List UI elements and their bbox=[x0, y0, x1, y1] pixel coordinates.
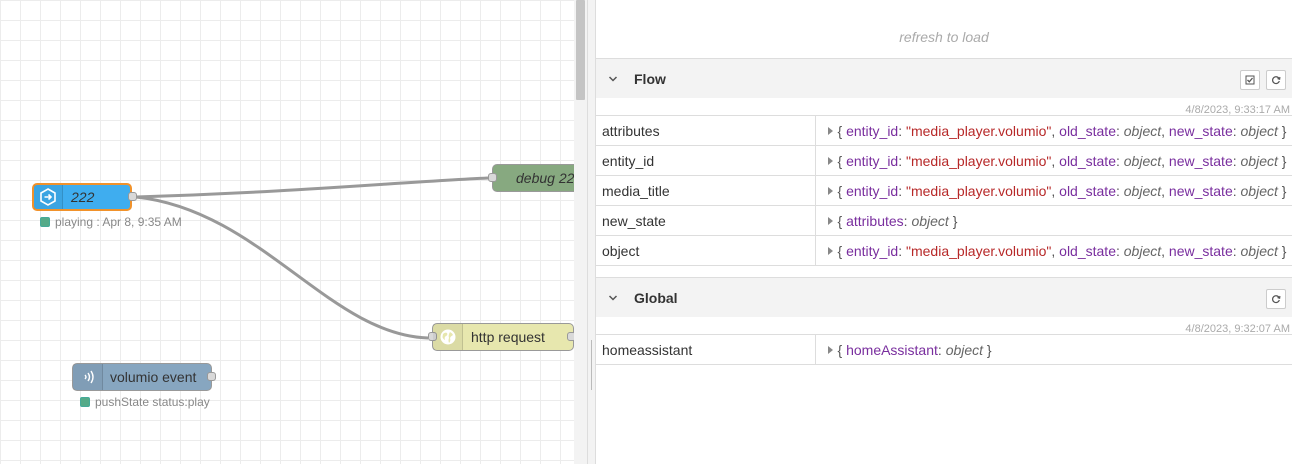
context-key: attributes bbox=[596, 115, 816, 146]
volumio-node-status: pushState status:play bbox=[80, 395, 210, 409]
context-key: new_state bbox=[596, 205, 816, 236]
table-row[interactable]: attributes { entity_id: "media_player.vo… bbox=[596, 115, 1292, 146]
chevron-down-icon[interactable] bbox=[608, 293, 618, 303]
http-request-node[interactable]: http request bbox=[428, 323, 574, 351]
context-key: object bbox=[596, 235, 816, 266]
http-node-icon-box bbox=[433, 324, 463, 350]
table-row[interactable]: media_title { entity_id: "media_player.v… bbox=[596, 175, 1292, 206]
signal-waves-icon bbox=[83, 370, 94, 384]
flow-context-table: attributes { entity_id: "media_player.vo… bbox=[596, 115, 1292, 266]
global-context-table: homeassistant { homeAssistant: object } bbox=[596, 334, 1292, 365]
caret-right-icon[interactable] bbox=[827, 216, 833, 225]
wire-inject-to-debug bbox=[135, 176, 489, 199]
table-row[interactable]: homeassistant { homeAssistant: object } bbox=[596, 334, 1292, 365]
inject-output-port[interactable] bbox=[128, 192, 137, 201]
flow-timestamp: 4/8/2023, 9:33:17 AM bbox=[1185, 104, 1290, 116]
debug-node[interactable]: debug 22 bbox=[488, 164, 574, 192]
status-dot-icon bbox=[80, 397, 90, 407]
debug-node-label: debug 22 bbox=[516, 170, 574, 186]
table-row[interactable]: object { entity_id: "media_player.volumi… bbox=[596, 235, 1292, 266]
caret-right-icon[interactable] bbox=[827, 246, 833, 255]
table-row[interactable]: entity_id { entity_id: "media_player.vol… bbox=[596, 145, 1292, 176]
flow-workspace[interactable]: 222 playing : Apr 8, 9:35 AM debug 22 ht… bbox=[0, 0, 574, 464]
context-value[interactable]: { entity_id: "media_player.volumio", old… bbox=[815, 175, 1292, 206]
global-section-header[interactable]: Global bbox=[596, 277, 1292, 317]
flow-section-title: Flow bbox=[634, 70, 666, 87]
refresh-to-load-link[interactable]: refresh to load bbox=[596, 0, 1292, 58]
flow-section-header[interactable]: Flow bbox=[596, 58, 1292, 98]
status-dot-icon bbox=[40, 217, 50, 227]
scrollbar-thumb[interactable] bbox=[576, 0, 585, 100]
caret-right-icon[interactable] bbox=[827, 345, 833, 354]
inject-status-text: playing : Apr 8, 9:35 AM bbox=[55, 215, 182, 229]
volumio-node-label: volumio event bbox=[110, 369, 197, 385]
context-value[interactable]: { attributes: object } bbox=[815, 205, 1292, 236]
table-row[interactable]: new_state { attributes: object } bbox=[596, 205, 1292, 236]
inject-node-status: playing : Apr 8, 9:35 AM bbox=[40, 215, 182, 229]
global-section-title: Global bbox=[634, 289, 678, 306]
inject-node[interactable]: 222 bbox=[32, 183, 137, 211]
workspace-vertical-scrollbar[interactable] bbox=[574, 0, 587, 464]
volumio-node-icon-box bbox=[73, 364, 103, 390]
global-refresh-button[interactable] bbox=[1266, 289, 1286, 309]
refresh-icon bbox=[1272, 295, 1281, 304]
http-output-port[interactable] bbox=[567, 332, 574, 341]
context-value[interactable]: { homeAssistant: object } bbox=[815, 334, 1292, 365]
context-value[interactable]: { entity_id: "media_player.volumio", old… bbox=[815, 115, 1292, 146]
volumio-event-node[interactable]: volumio event bbox=[72, 363, 216, 391]
context-key: homeassistant bbox=[596, 334, 816, 365]
caret-right-icon[interactable] bbox=[827, 186, 833, 195]
inject-node-label: 222 bbox=[71, 189, 95, 205]
global-timestamp: 4/8/2023, 9:32:07 AM bbox=[1185, 323, 1290, 335]
caret-right-icon[interactable] bbox=[827, 156, 833, 165]
context-value[interactable]: { entity_id: "media_player.volumio", old… bbox=[815, 145, 1292, 176]
sidebar-splitter[interactable] bbox=[587, 0, 596, 464]
inject-arrow-icon bbox=[40, 188, 56, 206]
context-value[interactable]: { entity_id: "media_player.volumio", old… bbox=[815, 235, 1292, 266]
chevron-down-icon[interactable] bbox=[608, 74, 618, 84]
flow-refresh-button[interactable] bbox=[1266, 70, 1286, 90]
http-node-label: http request bbox=[471, 329, 545, 345]
volumio-status-text: pushState status:play bbox=[95, 395, 210, 409]
caret-right-icon[interactable] bbox=[827, 126, 833, 135]
context-data-sidebar: refresh to load Flow 4/8/2023, 9:33:17 A… bbox=[596, 0, 1292, 464]
flow-filter-button[interactable] bbox=[1240, 70, 1260, 90]
debug-input-port[interactable] bbox=[488, 173, 497, 182]
refresh-icon bbox=[1272, 76, 1281, 85]
globe-icon bbox=[440, 329, 455, 345]
global-section-tools bbox=[1266, 289, 1286, 309]
context-key: media_title bbox=[596, 175, 816, 206]
checkbox-icon bbox=[1245, 75, 1255, 85]
context-key: entity_id bbox=[596, 145, 816, 176]
volumio-output-port[interactable] bbox=[207, 372, 216, 381]
flow-section-tools bbox=[1240, 70, 1286, 90]
inject-node-icon-box bbox=[34, 185, 63, 209]
splitter-grip bbox=[591, 340, 592, 390]
